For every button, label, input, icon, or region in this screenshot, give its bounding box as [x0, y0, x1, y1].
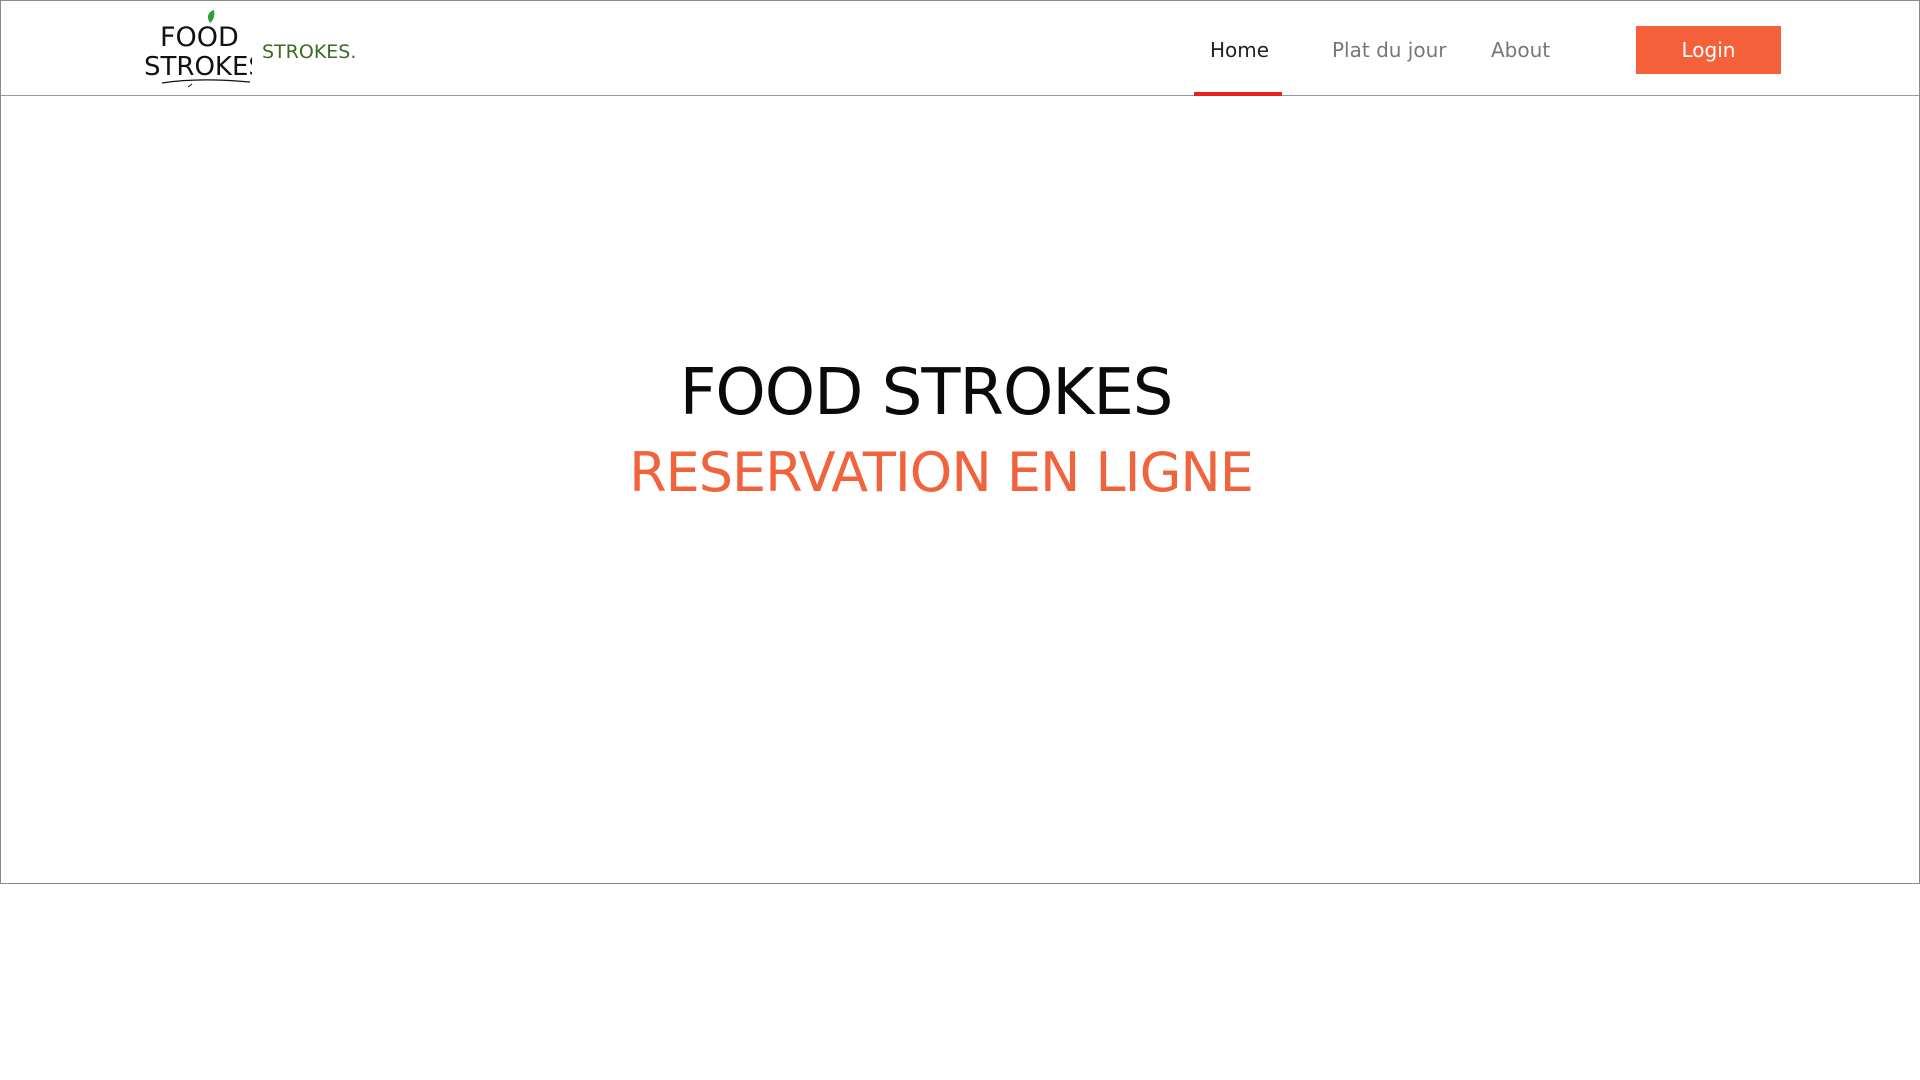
login-button[interactable]: Login	[1636, 26, 1781, 74]
swoosh-tick-icon	[187, 83, 193, 88]
logo-text-bottom: STROKES.	[144, 52, 252, 82]
navbar: FOOD STROKES. STROKES. Home Plat du jour…	[1, 1, 1919, 96]
logo-svg: FOOD STROKES.	[144, 10, 273, 88]
nav-item-home[interactable]: Home	[1210, 38, 1269, 62]
nav-item-plat-du-jour[interactable]: Plat du jour	[1332, 38, 1447, 62]
hero-title: FOOD STROKES	[679, 356, 1174, 430]
food-strokes-logo-icon[interactable]: FOOD STROKES.	[142, 9, 273, 89]
logo-text-top: FOOD	[160, 22, 239, 53]
page-frame: FOOD STROKES. STROKES. Home Plat du jour…	[0, 0, 1920, 884]
nav-item-about[interactable]: About	[1491, 38, 1550, 62]
hero-subtitle: RESERVATION EN LIGNE	[629, 441, 1254, 504]
active-nav-indicator	[1194, 92, 1282, 96]
brand-name: STROKES.	[262, 41, 357, 63]
